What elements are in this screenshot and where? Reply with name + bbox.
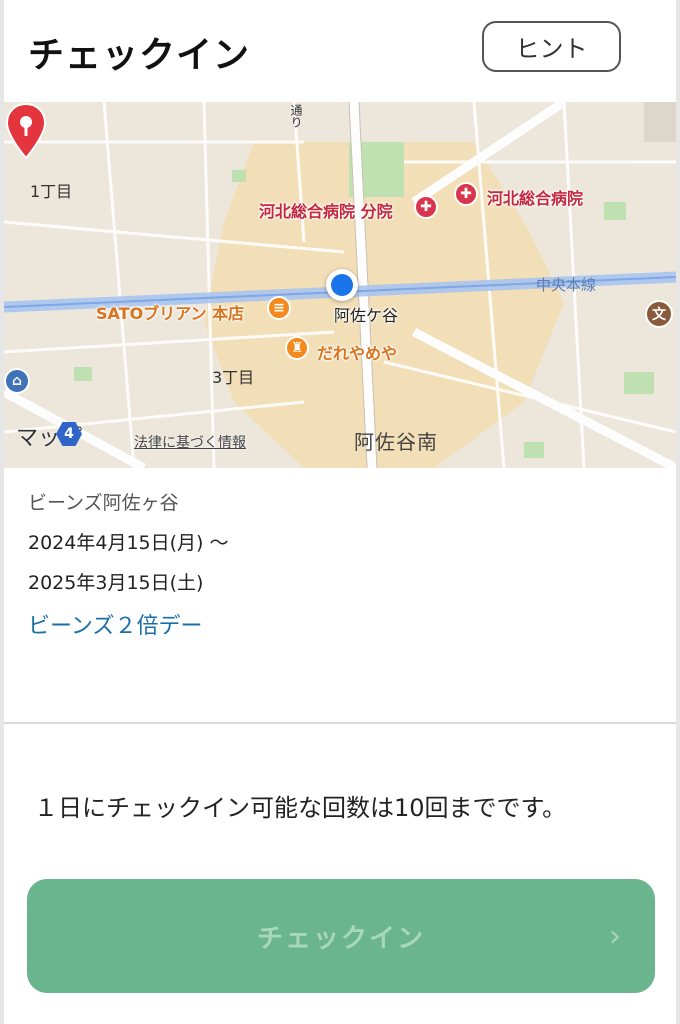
hospital-icon[interactable]: ✚ bbox=[454, 182, 478, 206]
current-location-icon bbox=[326, 269, 358, 301]
campaign-link[interactable]: ビーンズ２倍デー bbox=[28, 608, 202, 640]
poi-station-label[interactable]: 阿佐ケ谷 bbox=[334, 302, 398, 326]
hospital-icon[interactable]: ✚ bbox=[414, 195, 438, 219]
hint-button[interactable]: ヒント bbox=[482, 21, 621, 72]
divider bbox=[4, 722, 676, 724]
poi-hospital-branch-label[interactable]: 河北総合病院 分院 bbox=[259, 198, 393, 222]
header: チェックイン ヒント bbox=[4, 0, 676, 102]
map-label-street: 通り bbox=[289, 104, 303, 128]
location-pin-icon[interactable] bbox=[4, 102, 48, 160]
poi-hospital-label[interactable]: 河北総合病院 bbox=[487, 185, 583, 209]
map-label-1chome: 1丁目 bbox=[30, 182, 73, 201]
checkin-button-label: チェックイン bbox=[256, 923, 425, 954]
map-label-asagaya-south: 阿佐谷南 bbox=[354, 430, 438, 454]
school-icon[interactable]: 文 bbox=[645, 300, 673, 328]
page-title: チェックイン bbox=[28, 35, 251, 76]
transit-icon[interactable]: ⌂ bbox=[4, 368, 30, 394]
app-root: チェックイン ヒント 1丁目 3丁目 通り 中央本線 阿佐谷南 河北総合病院 分… bbox=[0, 0, 680, 1024]
poi-restaurant-label[interactable]: SATOブリアン 本店 bbox=[96, 300, 244, 324]
shop-name: ビーンズ阿佐ヶ谷 bbox=[28, 492, 179, 514]
map-view[interactable]: 1丁目 3丁目 通り 中央本線 阿佐谷南 河北総合病院 分院 ✚ ✚ 河北総合病… bbox=[4, 102, 676, 468]
map-label-rail-line: 中央本線 bbox=[536, 276, 597, 294]
period-start: 2024年4月15日(月) 〜 bbox=[28, 532, 229, 554]
checkin-button[interactable]: チェックイン › bbox=[27, 879, 655, 993]
checkin-limit-notice: １日にチェックイン可能な回数は10回までです。 bbox=[34, 794, 567, 822]
poi-shop-label[interactable]: だれやめや bbox=[317, 340, 397, 364]
shop-info: ビーンズ阿佐ヶ谷 2024年4月15日(月) 〜 2025年3月15日(土) ビ… bbox=[4, 468, 676, 722]
restaurant-icon[interactable]: ≡ bbox=[267, 296, 291, 320]
period-end: 2025年3月15日(土) bbox=[28, 572, 204, 594]
bar-icon[interactable]: ♜ bbox=[285, 336, 309, 360]
chevron-right-icon: › bbox=[609, 919, 621, 954]
map-label-3chome: 3丁目 bbox=[212, 368, 255, 387]
legal-info-link[interactable]: 法律に基づく情報 bbox=[134, 432, 246, 452]
